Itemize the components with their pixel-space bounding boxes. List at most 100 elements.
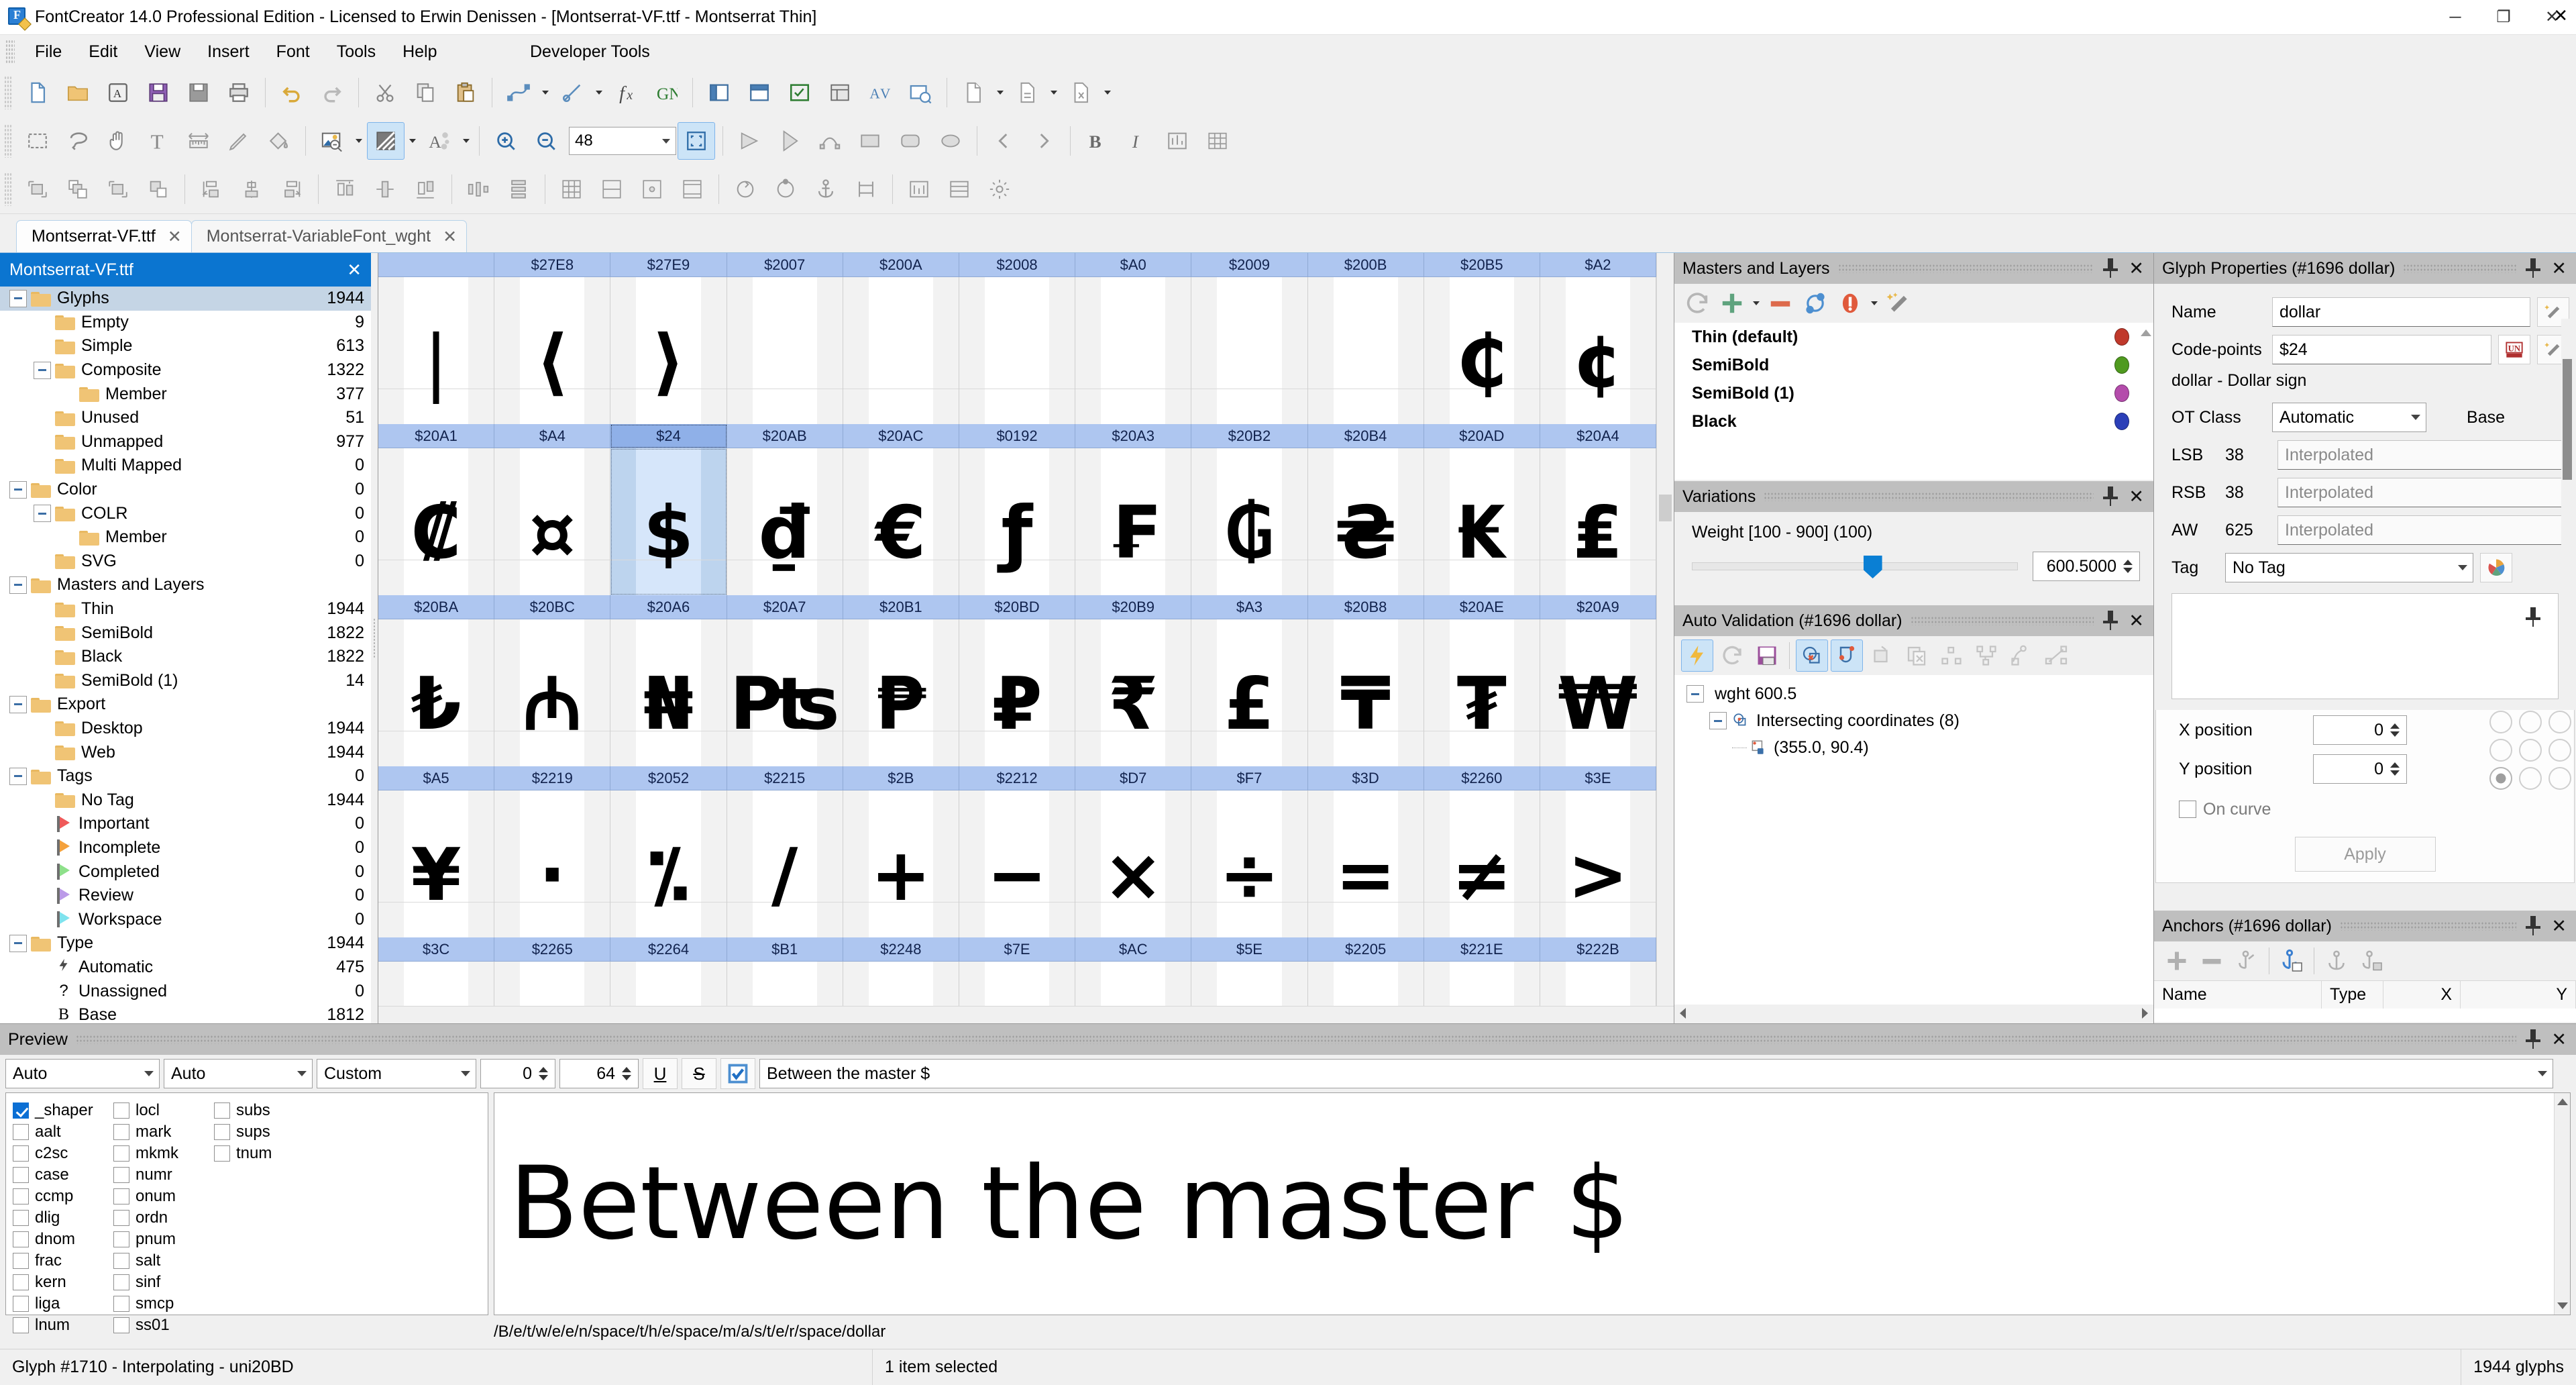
glyph-codepoint-label[interactable]: $20BD <box>959 595 1076 619</box>
glyph-codepoint-label[interactable]: $F7 <box>1191 766 1308 790</box>
tree-item-incomplete[interactable]: Incomplete 0 <box>0 836 371 860</box>
autohint-icon[interactable]: A <box>421 122 458 160</box>
feature-checkbox[interactable] <box>13 1231 29 1247</box>
glyph-tree-list[interactable]: Glyphs 1944 Empty 9 Simple 613 Composite 1322 Me… <box>0 287 371 1023</box>
rect-shape-icon[interactable] <box>851 122 889 160</box>
tree-item-semibold-1[interactable]: SemiBold (1) 14 <box>0 669 371 693</box>
contour-overlap-icon[interactable] <box>367 122 405 160</box>
tree-expander-icon[interactable] <box>9 767 27 785</box>
glyph-properties-scrollbar[interactable] <box>2561 319 2573 641</box>
overlap-intersect-icon[interactable] <box>99 170 137 208</box>
glyph-cell[interactable]: ∧ <box>1191 962 1308 1006</box>
anchor-top-left[interactable] <box>2489 711 2512 733</box>
glyph-codepoint-label[interactable]: $20BC <box>494 595 611 619</box>
feature-checkbox[interactable] <box>113 1102 129 1119</box>
tree-item-unassigned[interactable]: ? Unassigned 0 <box>0 979 371 1003</box>
lasso-icon[interactable] <box>59 122 97 160</box>
glyph-cell[interactable]: ₭ <box>1424 448 1540 595</box>
rsb-input[interactable]: Interpolated <box>2277 478 2569 507</box>
tree-item-black[interactable]: Black 1822 <box>0 645 371 669</box>
toolbar-grip-1[interactable] <box>4 76 12 109</box>
glyph-codepoint-label[interactable]: $24 <box>610 424 727 448</box>
glyph-name-input[interactable]: dollar <box>2272 297 2530 327</box>
distribute-h-icon[interactable] <box>460 170 497 208</box>
path-structure-icon[interactable] <box>1970 639 2002 672</box>
glyph-grid-hscrollbar[interactable] <box>378 1006 1674 1023</box>
master-color-dot[interactable] <box>2114 413 2129 430</box>
extremes-filter-icon[interactable] <box>1831 639 1863 672</box>
menu-file[interactable]: File <box>21 38 75 66</box>
anchor-top-right[interactable] <box>2548 711 2571 733</box>
glyph-codepoint-label[interactable]: $20AC <box>843 424 959 448</box>
feature-checkbox[interactable] <box>13 1274 29 1290</box>
master-row[interactable]: SemiBold (1) <box>1674 379 2153 407</box>
layers-panel-icon[interactable] <box>741 74 778 111</box>
glyph-cell[interactable]: $ <box>610 448 727 595</box>
mode-combobox[interactable]: Custom <box>317 1059 476 1088</box>
feature-toggle-c2sc[interactable]: c2sc <box>13 1143 113 1164</box>
glyph-codepoint-label[interactable]: $3D <box>1307 766 1424 790</box>
opentype-features-box[interactable]: _shaper aalt c2sc case ccmp dlig dnom frac kern l… <box>5 1092 488 1334</box>
glyph-delete-dropdown-icon[interactable] <box>1101 74 1114 111</box>
autohint-dropdown-icon[interactable] <box>460 122 473 160</box>
tree-item-masters-and-layers[interactable]: Masters and Layers <box>0 573 371 597</box>
pin-icon[interactable] <box>2102 258 2119 278</box>
glyph-transform-dropdown-icon[interactable] <box>1047 74 1061 111</box>
feature-checkbox[interactable] <box>214 1124 230 1140</box>
menu-insert[interactable]: Insert <box>194 38 263 66</box>
kerning-icon[interactable]: AV <box>861 74 899 111</box>
feature-checkbox[interactable] <box>13 1296 29 1312</box>
glyph-codepoint-label[interactable]: $20B5 <box>1424 253 1540 277</box>
glyph-codepoint-label[interactable]: $D7 <box>1075 766 1192 790</box>
x-position-spinner[interactable]: 0 <box>2313 715 2407 745</box>
ellipse-shape-icon[interactable] <box>932 122 969 160</box>
glyph-codepoint-label[interactable]: $222B <box>1540 937 1656 962</box>
chart-icon[interactable] <box>1159 122 1196 160</box>
glyph-name-icon[interactable]: GN <box>647 74 685 111</box>
tree-item-tags[interactable]: Tags 0 <box>0 764 371 788</box>
tree-item-no-tag[interactable]: No Tag 1944 <box>0 788 371 812</box>
glyph-cell[interactable]: ∞ <box>1424 962 1540 1006</box>
save-report-icon[interactable] <box>1751 639 1783 672</box>
master-error-dropdown-icon[interactable] <box>1868 285 1881 322</box>
refresh-masters-icon[interactable] <box>1681 287 1713 319</box>
slider-knob[interactable] <box>1863 556 1882 578</box>
feature-toggle-mark[interactable]: mark <box>113 1121 214 1143</box>
snap-guides-icon[interactable] <box>593 170 631 208</box>
nav-forward-icon[interactable] <box>1025 122 1063 160</box>
menu-tools[interactable]: Tools <box>323 38 389 66</box>
glyph-codepoint-label[interactable]: $221E <box>1424 937 1540 962</box>
glyph-codepoint-label[interactable]: $A2 <box>1540 253 1656 277</box>
glyph-cell[interactable]: ₸ <box>1307 619 1424 766</box>
tree-splitter[interactable] <box>371 253 378 1023</box>
zoom-out-image-icon[interactable] <box>313 122 351 160</box>
glyph-codepoint-label[interactable]: $20A1 <box>378 424 495 448</box>
remove-master-icon[interactable] <box>1764 287 1796 319</box>
feature-checkbox[interactable] <box>13 1167 29 1183</box>
glyph-cell[interactable]: ❘ <box>378 277 495 424</box>
weight-axis-slider[interactable] <box>1692 556 2018 578</box>
glyph-codepoint-label[interactable]: $200A <box>843 253 959 277</box>
glyph-cell[interactable]: ƒ <box>959 448 1076 595</box>
glyph-cell[interactable]: ¤ <box>494 448 611 595</box>
feature-toggle-aalt[interactable]: aalt <box>13 1121 113 1143</box>
glyph-cell[interactable]: ⟩ <box>610 277 727 424</box>
glyph-cell[interactable]: < <box>378 962 495 1006</box>
anchor-list-icon[interactable] <box>2275 945 2308 977</box>
grid-view-icon[interactable] <box>1199 122 1236 160</box>
tree-expander-icon[interactable] <box>9 576 27 594</box>
glyph-codepoint-label[interactable]: $20B9 <box>1075 595 1192 619</box>
feature-toggle-lnum[interactable]: lnum <box>13 1315 113 1336</box>
bar-stats-icon[interactable] <box>900 170 938 208</box>
undo-icon[interactable] <box>273 74 311 111</box>
glyph-codepoint-label[interactable]: $20B4 <box>1307 424 1424 448</box>
align-center-h-icon[interactable] <box>233 170 270 208</box>
sync-layers-icon[interactable] <box>1799 287 1831 319</box>
validation-expander-icon[interactable] <box>1686 685 1704 703</box>
sample-text-input[interactable]: Between the master $ <box>759 1059 2553 1088</box>
glyph-cell[interactable]: ₫ <box>727 448 843 595</box>
tag-combobox[interactable]: No Tag <box>2225 553 2473 582</box>
copy-icon[interactable] <box>407 74 444 111</box>
feature-toggle-subs[interactable]: subs <box>214 1100 315 1121</box>
glyph-codepoint-label[interactable]: $2265 <box>494 937 611 962</box>
